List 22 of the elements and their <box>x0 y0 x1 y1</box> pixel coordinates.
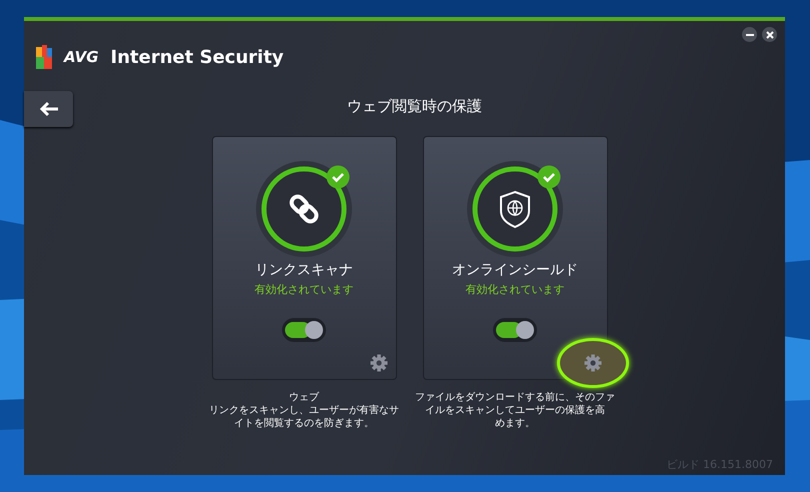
minimize-button[interactable] <box>742 27 757 42</box>
feature-status: 有効化されています <box>466 282 564 297</box>
toggle-switch[interactable] <box>282 318 326 342</box>
feature-status: 有効化されています <box>254 282 354 297</box>
brand-name: AVG <box>64 48 99 66</box>
feature-description: ファイルをダウンロードする前に、そのファ イルをスキャンしてユーザーの保護を高 めます。 <box>415 391 615 430</box>
product-name: Internet Security <box>110 46 284 68</box>
back-button[interactable] <box>24 91 73 127</box>
close-icon <box>766 30 774 38</box>
feature-name: オンラインシールド <box>452 261 578 279</box>
gear-icon <box>584 354 602 372</box>
close-button[interactable] <box>762 27 777 42</box>
feature-description: ウェブ リンクをスキャンし、ユーザーが有害なサ イトを閲覧するのを防ぎます。 <box>208 391 400 430</box>
page-title: ウェブ閲覧時の保護 <box>347 97 482 116</box>
settings-button[interactable] <box>556 338 628 388</box>
shield-globe-icon <box>500 191 530 228</box>
gear-icon <box>370 354 388 372</box>
feature-name: リンクスキャナ <box>255 261 353 279</box>
minimize-icon <box>746 34 754 36</box>
toggle-switch[interactable] <box>493 318 537 342</box>
back-arrow-icon <box>38 101 58 117</box>
link-icon <box>287 192 321 226</box>
